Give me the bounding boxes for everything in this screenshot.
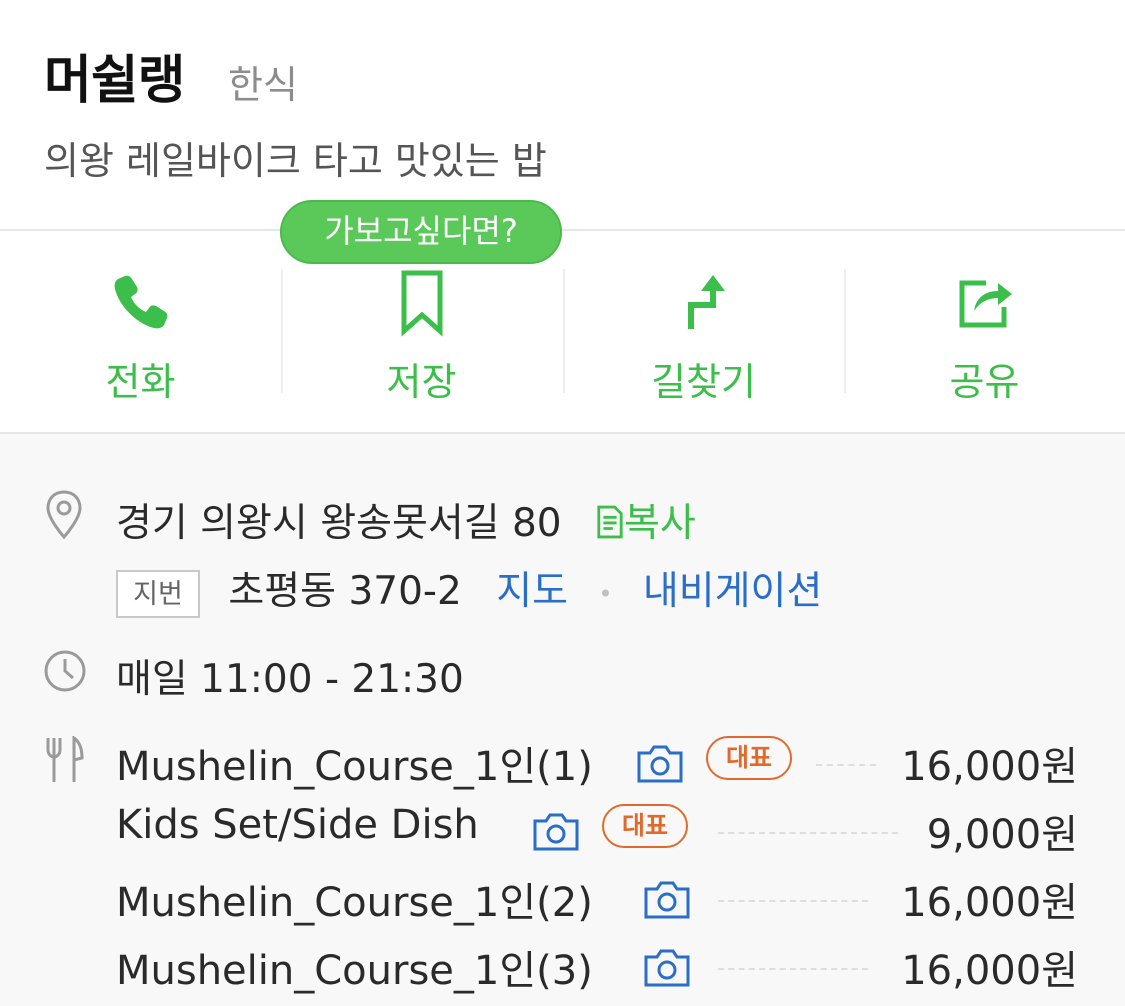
menu-item-name: Mushelin_Course_1인(1) — [116, 744, 593, 790]
map-link[interactable]: 지도 — [496, 569, 568, 614]
share-button[interactable]: 공유 — [844, 231, 1125, 432]
menu-item-name: Mushelin_Course_1인(2) — [116, 880, 593, 926]
copy-icon — [597, 505, 623, 539]
phone-icon — [114, 275, 167, 329]
directions-label: 길찾기 — [651, 360, 756, 404]
action-bar: 전화 저장 길찾기 공유 — [0, 231, 1125, 432]
share-label: 공유 — [949, 360, 1020, 404]
price-leader — [718, 832, 898, 834]
menu-item-name: Mushelin_Course_1인(3) — [116, 948, 593, 994]
separator-dot: • — [598, 579, 613, 608]
price-leader — [718, 968, 868, 970]
directions-button[interactable]: 길찾기 — [563, 231, 844, 432]
menu-item-price: 16,000원 — [901, 744, 1078, 790]
place-header: 머쉴랭 한식 의왕 레일바이크 타고 맛있는 밥 — [0, 0, 1125, 230]
jibun-address: 초평동 370-2 — [228, 569, 462, 614]
price-leader — [816, 764, 876, 766]
place-description: 의왕 레일바이크 타고 맛있는 밥 — [44, 139, 547, 183]
location-pin-icon — [46, 490, 82, 540]
place-category: 한식 — [228, 63, 298, 107]
clock-icon — [44, 650, 86, 692]
call-label: 전화 — [105, 360, 176, 404]
share-icon — [959, 280, 1012, 328]
camera-icon[interactable] — [643, 948, 691, 988]
business-hours: 매일 11:00 - 21:30 — [116, 657, 464, 702]
menu-item[interactable]: Kids Set/Side Dish 대표 9,000원 — [116, 802, 1078, 862]
cutlery-icon — [46, 736, 84, 782]
directions-icon — [687, 275, 725, 329]
copy-label: 복사 — [624, 501, 696, 546]
menu-item[interactable]: Mushelin_Course_1인(2) 16,000원 — [116, 870, 1078, 930]
save-tooltip[interactable]: 가보고싶다면? — [280, 200, 562, 264]
call-button[interactable]: 전화 — [0, 231, 281, 432]
bookmark-icon — [401, 270, 442, 337]
address-row: 경기 의왕시 왕송못서길 80 복사 — [116, 492, 696, 548]
menu-item-price: 16,000원 — [901, 880, 1078, 926]
menu-item[interactable]: Mushelin_Course_1인(1) 대표 16,000원 — [116, 734, 1078, 794]
navigation-link[interactable]: 내비게이션 — [643, 569, 822, 614]
menu-item-price: 16,000원 — [901, 948, 1078, 994]
save-label: 저장 — [386, 360, 457, 404]
menu-item[interactable]: Mushelin_Course_1인(3) 16,000원 — [116, 938, 1078, 998]
menu-item-name: Kids Set/Side Dish — [116, 802, 479, 848]
jibun-row: 지번 초평동 370-2 지도 • 내비게이션 — [116, 560, 822, 618]
camera-icon[interactable] — [636, 744, 684, 784]
info-panel: 경기 의왕시 왕송못서길 80 복사 지번 초평동 370-2 지도 • 내비게… — [0, 434, 1125, 1006]
copy-address-button[interactable]: 복사 — [596, 501, 696, 546]
price-leader — [718, 900, 868, 902]
menu-item-price: 9,000원 — [926, 812, 1078, 858]
jibun-tag: 지번 — [116, 569, 200, 618]
signature-badge: 대표 — [602, 804, 688, 848]
signature-badge: 대표 — [706, 736, 792, 780]
camera-icon[interactable] — [643, 880, 691, 920]
camera-icon[interactable] — [532, 812, 580, 852]
road-address: 경기 의왕시 왕송못서길 80 — [116, 501, 562, 546]
place-title: 머쉴랭 — [44, 51, 186, 111]
